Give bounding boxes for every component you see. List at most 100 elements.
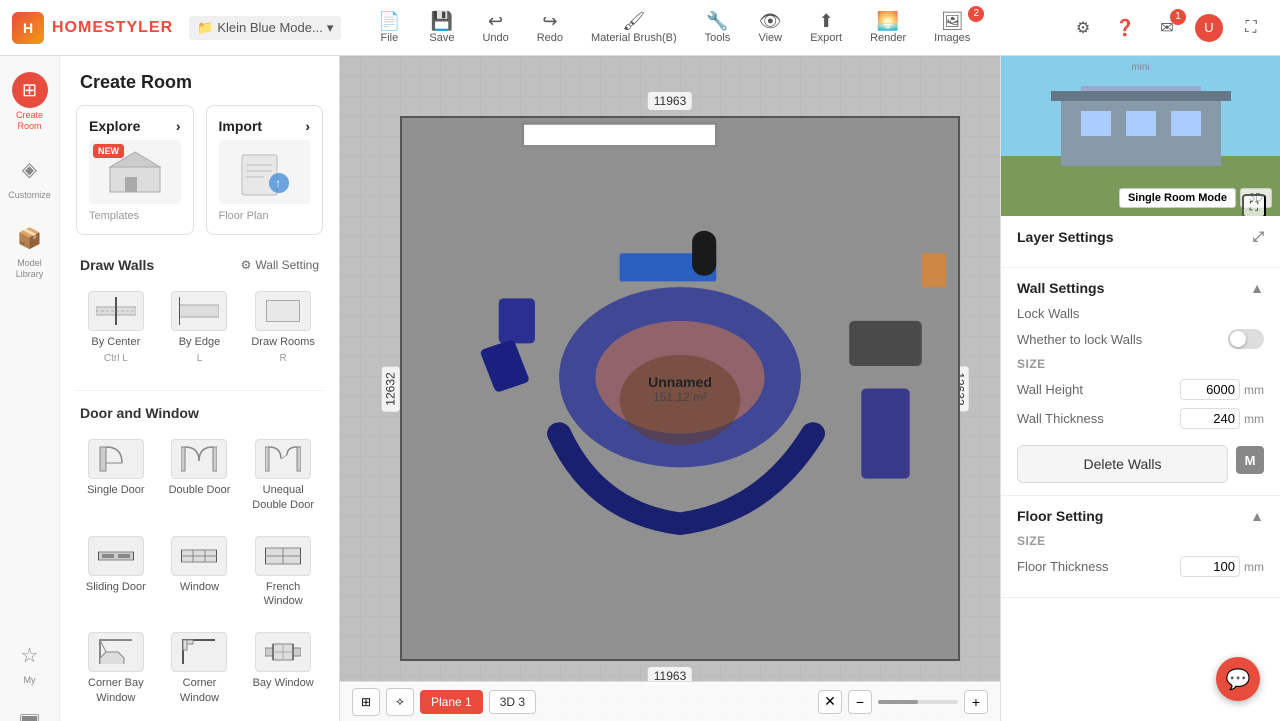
save-button[interactable]: 💾 Save bbox=[417, 8, 466, 48]
floor-thickness-input[interactable] bbox=[1180, 556, 1240, 577]
material-brush-icon: 🖌 bbox=[622, 12, 645, 30]
project-name-text: Klein Blue Mode... bbox=[217, 20, 323, 35]
create-room-nav[interactable]: ⊞ Create Room bbox=[0, 64, 59, 140]
single-room-mode-button[interactable]: Single Room Mode bbox=[1119, 188, 1236, 208]
save-icon: 💾 bbox=[431, 12, 453, 30]
wall-setting-label: Wall Setting bbox=[255, 258, 319, 272]
preview-area: mini Single Room Mode 3D ⛶ bbox=[1001, 56, 1280, 216]
by-edge-button[interactable]: By Edge L bbox=[160, 281, 240, 374]
divider-1 bbox=[76, 390, 323, 391]
collapse-floor-icon[interactable]: ▲ bbox=[1250, 508, 1264, 524]
avatar-button[interactable]: U bbox=[1192, 11, 1226, 45]
floor-settings-header: Floor Setting ▲ bbox=[1017, 508, 1264, 524]
zoom-slider[interactable] bbox=[878, 700, 958, 704]
tools-button[interactable]: 🔧 Tools bbox=[693, 8, 743, 48]
ai-chat-button[interactable]: 💬 bbox=[1216, 657, 1260, 701]
desktop-nav[interactable]: 🖥 Desktop bbox=[8, 698, 52, 721]
export-icon: ⬆ bbox=[819, 12, 834, 30]
m-badge: M bbox=[1236, 446, 1264, 474]
chat-icon: 💬 bbox=[1226, 667, 1251, 692]
model-library-nav[interactable]: 📦 Model Library bbox=[0, 212, 59, 288]
delete-walls-label: Delete Walls bbox=[1083, 456, 1161, 472]
my-icon: ☆ bbox=[12, 637, 48, 673]
wall-thickness-input[interactable] bbox=[1180, 408, 1240, 429]
help-button[interactable]: ❓ bbox=[1108, 11, 1142, 45]
plane-1-tab[interactable]: Plane 1 bbox=[420, 690, 483, 714]
by-center-shortcut: Ctrl L bbox=[104, 353, 128, 364]
customize-nav[interactable]: ◈ Customize bbox=[4, 144, 55, 209]
wall-height-input[interactable] bbox=[1180, 379, 1240, 400]
delete-walls-button[interactable]: Delete Walls bbox=[1017, 445, 1228, 483]
preview-controls: Single Room Mode 3D ⛶ bbox=[1119, 188, 1272, 208]
file-label: File bbox=[380, 32, 398, 44]
draw-rooms-label: Draw Rooms bbox=[251, 335, 315, 349]
sliding-door-button[interactable]: Sliding Door bbox=[76, 526, 156, 619]
room-area: 151.12 m² bbox=[648, 390, 712, 404]
draw-walls-grid: By Center Ctrl L By Edge L bbox=[60, 281, 339, 386]
zoom-out-button[interactable]: − bbox=[848, 690, 872, 714]
grid-toggle-button[interactable]: ⊞ bbox=[352, 688, 380, 716]
redo-icon: ↪ bbox=[542, 12, 557, 30]
french-window-icon bbox=[255, 536, 311, 576]
project-name[interactable]: 📁 Klein Blue Mode... ▾ bbox=[189, 16, 341, 40]
explore-option[interactable]: Explore › NEW Templates bbox=[76, 105, 194, 235]
model-library-icon: 📦 bbox=[12, 220, 48, 256]
layer-settings-section: Layer Settings ⤢ bbox=[1001, 216, 1280, 268]
floor-plan[interactable]: Unnamed 151.12 m² bbox=[400, 116, 960, 661]
customize-icon: ◈ bbox=[11, 152, 47, 188]
by-center-button[interactable]: By Center Ctrl L bbox=[76, 281, 156, 374]
expand-preview-button[interactable]: ⛶ bbox=[1242, 194, 1266, 216]
view-button[interactable]: 👁 View bbox=[746, 8, 794, 48]
window-icon bbox=[171, 536, 227, 576]
lock-walls-row: Lock Walls bbox=[1017, 306, 1264, 321]
layer-settings-header: Layer Settings ⤢ bbox=[1017, 228, 1264, 245]
material-brush-button[interactable]: 🖌 Material Brush(B) bbox=[579, 8, 689, 48]
export-button[interactable]: ⬆ Export bbox=[798, 8, 854, 48]
right-sidebar: mini Single Room Mode 3D ⛶ Layer Setting… bbox=[1000, 56, 1280, 721]
my-nav[interactable]: ☆ My bbox=[8, 629, 52, 694]
user-avatar: U bbox=[1195, 14, 1223, 42]
plane-3d-tab[interactable]: 3D 3 bbox=[489, 690, 536, 714]
render-button[interactable]: 🌅 Render bbox=[858, 8, 918, 48]
redo-button[interactable]: ↪ Redo bbox=[525, 8, 575, 48]
main-content: ⊞ Create Room ◈ Customize 📦 Model Librar… bbox=[0, 56, 1280, 721]
settings-button[interactable]: ⚙ bbox=[1066, 11, 1100, 45]
single-door-button[interactable]: Single Door bbox=[76, 429, 156, 522]
unequal-double-door-button[interactable]: Unequal Double Door bbox=[243, 429, 323, 522]
collapse-wall-icon[interactable]: ▲ bbox=[1250, 280, 1264, 296]
import-header: Import › bbox=[219, 118, 311, 134]
notifications-button[interactable]: ✉ 1 bbox=[1150, 11, 1184, 45]
corner-window-button[interactable]: Corner Window bbox=[160, 622, 240, 715]
double-door-button[interactable]: Double Door bbox=[160, 429, 240, 522]
logo-icon: H bbox=[12, 12, 44, 44]
zoom-in-button[interactable]: + bbox=[964, 690, 988, 714]
corner-bay-window-button[interactable]: Corner Bay Window bbox=[76, 622, 156, 715]
close-canvas-button[interactable]: ✕ bbox=[818, 690, 842, 714]
wall-settings-title: Wall Settings bbox=[1017, 280, 1104, 296]
bay-window-button[interactable]: Bay Window bbox=[243, 622, 323, 715]
dimension-left: 12632 bbox=[382, 366, 400, 411]
lock-walls-toggle[interactable] bbox=[1228, 329, 1264, 349]
notification-badge: 1 bbox=[1170, 9, 1186, 25]
canvas-bottom-toolbar: ⊞ ⟡ Plane 1 3D 3 ✕ − + bbox=[340, 681, 1000, 721]
file-button[interactable]: 📄 File bbox=[365, 8, 413, 48]
window-button[interactable]: Window bbox=[160, 526, 240, 619]
draw-walls-title: Draw Walls bbox=[80, 257, 154, 273]
french-window-button[interactable]: French Window bbox=[243, 526, 323, 619]
undo-button[interactable]: ↩ Undo bbox=[470, 8, 520, 48]
fullscreen-button[interactable]: ⛶ bbox=[1234, 11, 1268, 45]
single-door-label: Single Door bbox=[87, 483, 144, 497]
import-option[interactable]: Import › ↑ bbox=[206, 105, 324, 235]
canvas-background[interactable]: N 11963 12632 12632 11963 bbox=[340, 56, 1000, 721]
explore-arrow: › bbox=[176, 118, 181, 134]
expand-layer-icon[interactable]: ⤢ bbox=[1253, 228, 1264, 245]
images-button[interactable]: 🖼 Images 2 bbox=[922, 8, 982, 48]
wall-setting-button[interactable]: ⚙ Wall Setting bbox=[241, 258, 319, 272]
import-sub: Floor Plan bbox=[219, 210, 311, 222]
toolbar-right: ⚙ ❓ ✉ 1 U ⛶ bbox=[1066, 11, 1268, 45]
draw-rooms-button[interactable]: Draw Rooms R bbox=[243, 281, 323, 374]
snap-button[interactable]: ⟡ bbox=[386, 688, 414, 716]
wall-height-unit: mm bbox=[1244, 383, 1264, 397]
my-strip-label: My bbox=[24, 675, 36, 686]
whether-lock-label: Whether to lock Walls bbox=[1017, 332, 1142, 347]
